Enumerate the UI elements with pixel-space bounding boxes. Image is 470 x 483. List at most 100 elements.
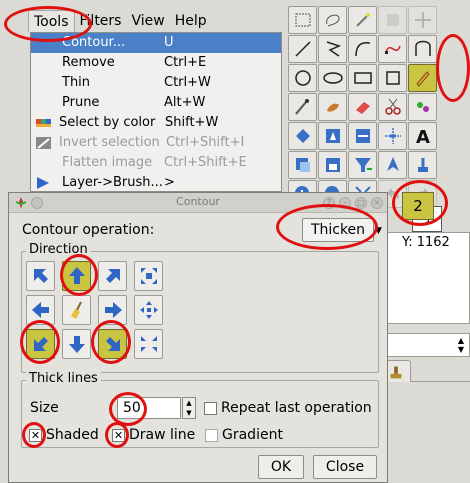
cross-arrows-icon <box>139 301 158 319</box>
bezier-tool[interactable] <box>378 35 407 63</box>
dialog-titlebar[interactable]: Contour ? – □ × <box>9 193 387 213</box>
direction-left[interactable] <box>26 295 55 325</box>
palette-icon <box>36 119 51 127</box>
y-coordinate: Y: 1162 <box>402 235 450 250</box>
rectangle-icon <box>353 72 372 84</box>
menu-item-flatten-image[interactable]: Flatten image Ctrl+Shift+E <box>31 153 281 173</box>
gradient-tool[interactable] <box>318 122 347 150</box>
pencil-tool[interactable] <box>408 64 437 92</box>
arrow-up-icon <box>68 267 85 284</box>
arrow-up-right-icon <box>105 269 120 283</box>
rect-select-tool[interactable] <box>288 6 317 34</box>
mask-tool[interactable] <box>318 151 347 179</box>
help-icon[interactable]: ? <box>323 197 335 209</box>
menu-view[interactable]: View <box>126 10 169 32</box>
menu-tools[interactable]: Tools <box>28 10 75 32</box>
direction-down[interactable] <box>62 329 91 359</box>
broom-icon <box>70 301 82 319</box>
menu-filters[interactable]: Filters <box>75 10 127 32</box>
blend-icon <box>355 129 370 143</box>
direction-up-right[interactable] <box>98 261 127 291</box>
fill-tool[interactable] <box>288 122 317 150</box>
direction-right[interactable] <box>98 295 127 325</box>
direction-all[interactable] <box>62 295 91 325</box>
blend-tool[interactable] <box>348 122 377 150</box>
direction-down-left[interactable] <box>26 329 55 359</box>
spin-arrows-icon[interactable]: ▲ ▼ <box>455 336 467 354</box>
lasso-tool[interactable] <box>318 6 347 34</box>
clone-tool[interactable] <box>408 93 437 121</box>
arc-tool[interactable] <box>408 35 437 63</box>
funnel-tool[interactable] <box>348 151 377 179</box>
clone-icon <box>416 102 429 112</box>
side-spinbox[interactable]: ▲ ▼ <box>380 333 470 357</box>
maximize-icon[interactable]: □ <box>355 197 367 209</box>
transform-tool[interactable] <box>378 122 407 150</box>
size-input[interactable]: 50 <box>117 397 181 419</box>
menu-item-shortcut: Shift+W <box>165 115 219 130</box>
wand-tool[interactable] <box>348 6 377 34</box>
polyline-tool[interactable] <box>318 35 347 63</box>
checkbox-box[interactable]: ✕ <box>29 428 42 442</box>
menu-item-shortcut: U <box>164 35 174 50</box>
menu-item-thin[interactable]: Thin Ctrl+W <box>31 73 281 93</box>
arrow-left-icon <box>31 302 49 318</box>
expand-icon <box>140 268 157 284</box>
size-spinner[interactable]: ▲ ▼ <box>182 397 196 419</box>
gradient-checkbox[interactable]: Gradient <box>205 426 283 444</box>
checkbox-box[interactable] <box>204 401 217 415</box>
dropdown-arrow-icon[interactable]: ▼ <box>375 226 382 236</box>
menu-item-remove[interactable]: Remove Ctrl+E <box>31 53 281 73</box>
direction-up-left[interactable] <box>26 261 55 291</box>
checkbox-box[interactable]: ✕ <box>112 428 125 442</box>
direction-cross[interactable] <box>134 295 163 325</box>
menu-item-invert-selection[interactable]: Invert selection Ctrl+Shift+I <box>31 133 281 153</box>
menu-item-select-by-color[interactable]: Select by color Shift+W <box>31 113 281 133</box>
menu-item-label: Select by color <box>59 115 156 130</box>
menu-help[interactable]: Help <box>170 10 212 32</box>
close-window-icon[interactable]: × <box>371 197 383 209</box>
transform-icon <box>384 128 401 144</box>
stamp-tool[interactable] <box>408 151 437 179</box>
layer-tool[interactable] <box>288 151 317 179</box>
shaded-checkbox[interactable]: ✕ Shaded <box>29 426 99 444</box>
ink-tool[interactable] <box>378 151 407 179</box>
layer-indicator-current[interactable]: 2 <box>402 192 434 220</box>
brush-tool[interactable] <box>288 93 317 121</box>
square-tool[interactable] <box>378 64 407 92</box>
menu-item-label: Invert selection <box>59 135 160 150</box>
rectangle-tool[interactable] <box>348 64 377 92</box>
direction-inward[interactable] <box>134 329 163 359</box>
menu-item-contour[interactable]: Contour... U <box>31 33 281 53</box>
text-icon: A <box>416 127 430 147</box>
direction-outward[interactable] <box>134 261 163 291</box>
circle-tool[interactable] <box>288 64 317 92</box>
minimize-icon[interactable]: – <box>339 197 351 209</box>
draw-line-checkbox[interactable]: ✕ Draw line <box>112 426 195 444</box>
menu-item-shortcut: > <box>164 175 175 190</box>
menu-item-prune[interactable]: Prune Alt+W <box>31 93 281 113</box>
ellipse-tool[interactable] <box>318 64 347 92</box>
menu-item-layer-brush[interactable]: Layer->Brush... > <box>31 173 281 191</box>
ellipse-icon <box>322 72 343 84</box>
bezier-icon <box>384 45 401 54</box>
line-tool[interactable] <box>288 35 317 63</box>
checkbox-box[interactable] <box>205 428 218 442</box>
size-label: Size <box>30 400 59 416</box>
scissors-tool[interactable] <box>378 93 407 121</box>
curve-tool[interactable] <box>348 35 377 63</box>
close-button[interactable]: Close <box>313 455 377 479</box>
contour-operation-select[interactable]: Thicken <box>302 218 374 242</box>
layer-icon <box>37 177 49 189</box>
tool-disabled-a[interactable] <box>378 6 407 34</box>
text-tool[interactable]: A <box>408 122 437 150</box>
ok-button[interactable]: OK <box>258 455 304 479</box>
repeat-last-operation-checkbox[interactable]: Repeat last operation <box>204 399 372 417</box>
menu-item-label: Contour... <box>62 35 126 50</box>
direction-down-right[interactable] <box>98 329 127 359</box>
tool-disabled-b[interactable] <box>408 6 437 34</box>
smudge-tool[interactable] <box>318 93 347 121</box>
stamp-icon <box>417 158 428 172</box>
eraser-tool[interactable] <box>348 93 377 121</box>
direction-up[interactable] <box>62 261 91 291</box>
